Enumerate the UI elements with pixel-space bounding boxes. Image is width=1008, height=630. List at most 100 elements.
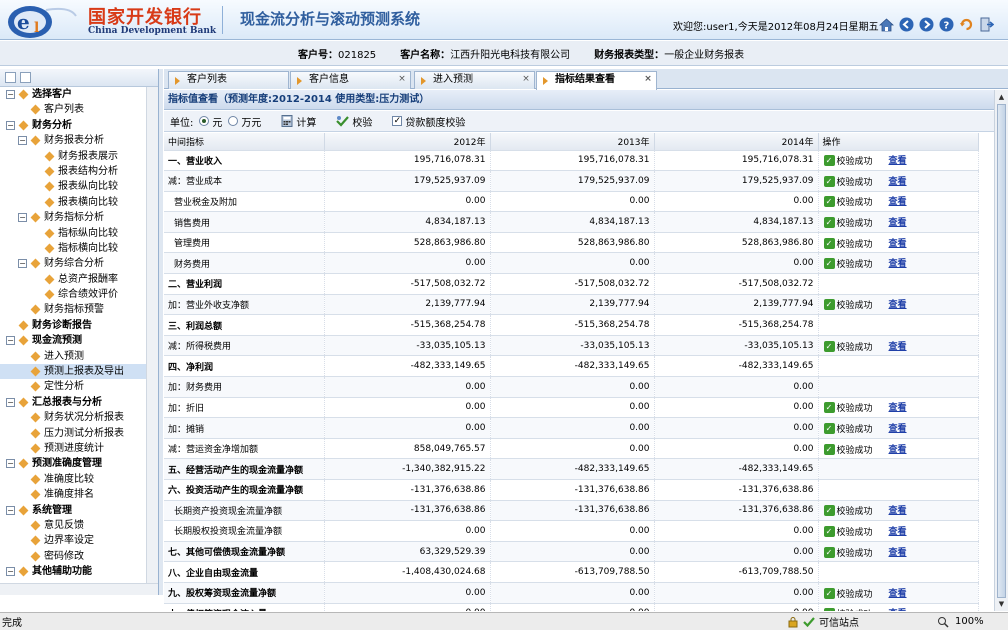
operation-cell: ✓校验成功 查看 xyxy=(818,397,979,419)
sidebar-item[interactable]: 进入预测 xyxy=(0,349,158,364)
view-link[interactable]: 查看 xyxy=(889,445,907,455)
view-link[interactable]: 查看 xyxy=(889,218,907,228)
verify-button[interactable]: 校验 xyxy=(336,114,372,129)
sidebar-item[interactable]: − 汇总报表与分析 xyxy=(0,395,158,410)
forward-icon[interactable] xyxy=(918,16,935,33)
view-link[interactable]: 查看 xyxy=(889,239,907,249)
collapse-toggle-icon[interactable]: − xyxy=(18,213,27,223)
column-header[interactable]: 2013年 xyxy=(490,133,655,151)
column-header[interactable]: 2012年 xyxy=(324,133,491,151)
sidebar-item[interactable]: − 现金流预测 xyxy=(0,333,158,348)
collapse-toggle-icon[interactable]: − xyxy=(6,336,15,346)
sidebar-item[interactable]: 报表横向比较 xyxy=(0,195,158,210)
collapse-toggle-icon[interactable]: − xyxy=(6,459,15,469)
tab-customer-list[interactable]: 客户列表 xyxy=(168,71,289,89)
scroll-thumb[interactable] xyxy=(997,104,1006,598)
sidebar-item[interactable]: 综合绩效评价 xyxy=(0,287,158,302)
view-link[interactable]: 查看 xyxy=(889,548,907,558)
zoom-level[interactable]: 100% xyxy=(955,616,984,627)
nav-tree: − 选择客户 客户列表 − 财务分析 − 财务报表分析 财务报表展示 报表结构分析 报表纵向比较报… xyxy=(0,87,158,577)
verify-status-label: 校验成功 xyxy=(837,607,873,611)
refresh-icon[interactable] xyxy=(958,16,975,33)
sidebar-item-label: 预测上报表及导出 xyxy=(44,366,124,378)
sidebar-item[interactable]: 意见反馈 xyxy=(0,518,158,533)
sidebar-item[interactable]: − 选择客户 xyxy=(0,87,158,102)
sidebar-item[interactable]: − 财务综合分析 xyxy=(0,256,158,271)
sidebar-item-label: 定性分析 xyxy=(44,381,84,393)
sidebar-item[interactable]: 客户列表 xyxy=(0,102,158,117)
sidebar-item[interactable]: 预测进度统计 xyxy=(0,441,158,456)
sidebar-item[interactable]: 财务指标预警 xyxy=(0,302,158,317)
loan-verify-button[interactable]: ✓ 贷款额度校验 xyxy=(392,114,465,129)
sidebar-item[interactable]: 准确度排名 xyxy=(0,487,158,502)
collapse-toggle-icon[interactable]: − xyxy=(18,136,27,146)
close-icon[interactable]: × xyxy=(643,75,653,85)
view-link[interactable]: 查看 xyxy=(889,177,907,187)
value-cell: 0.00 xyxy=(654,520,819,542)
view-link[interactable]: 查看 xyxy=(889,589,907,599)
sidebar-item[interactable]: 指标横向比较 xyxy=(0,241,158,256)
view-link[interactable]: 查看 xyxy=(889,609,907,611)
collapse-toggle-icon[interactable]: − xyxy=(6,397,15,407)
unit-wanyuan-radio[interactable]: 万元 xyxy=(228,114,261,129)
sidebar-item[interactable]: 定性分析 xyxy=(0,379,158,394)
sidebar-item[interactable]: − 财务分析 xyxy=(0,118,158,133)
view-link[interactable]: 查看 xyxy=(889,300,907,310)
column-header[interactable]: 中间指标 xyxy=(164,133,325,151)
logout-icon[interactable] xyxy=(978,16,995,33)
close-icon[interactable]: × xyxy=(521,75,531,85)
view-link[interactable]: 查看 xyxy=(889,403,907,413)
collapse-toggle-icon[interactable]: − xyxy=(6,505,15,515)
sidebar-vertical-scrollbar[interactable] xyxy=(146,87,158,583)
collapse-toggle-icon[interactable]: − xyxy=(6,90,15,99)
sidebar-horizontal-scrollbar[interactable] xyxy=(0,583,158,595)
view-link[interactable]: 查看 xyxy=(889,156,907,166)
collapse-toggle-icon[interactable]: − xyxy=(6,567,15,577)
panel-splitter[interactable] xyxy=(159,69,163,595)
sidebar-item[interactable]: 边界率设定 xyxy=(0,533,158,548)
sidebar-item[interactable]: − 预测准确度管理 xyxy=(0,456,158,471)
sidebar-item[interactable]: − 其他辅助功能 xyxy=(0,564,158,577)
zoom-icon[interactable] xyxy=(937,616,949,628)
collapse-all-icon[interactable] xyxy=(20,72,31,83)
expand-all-icon[interactable] xyxy=(5,72,16,83)
calculate-button[interactable]: 计算 xyxy=(281,114,316,129)
indicator-name: 长期股权投资现金流量净额 xyxy=(164,520,325,542)
sidebar-item[interactable]: 报表结构分析 xyxy=(0,164,158,179)
column-header[interactable]: 操作 xyxy=(818,133,979,151)
tab-customer-info[interactable]: 客户信息 × xyxy=(290,71,411,89)
view-link[interactable]: 查看 xyxy=(889,342,907,352)
tab-indicator-results[interactable]: 指标结果查看 × xyxy=(536,71,657,90)
sidebar-item[interactable]: 财务报表展示 xyxy=(0,149,158,164)
grid-vertical-scrollbar[interactable]: ▲ ▼ xyxy=(994,90,1008,611)
view-link[interactable]: 查看 xyxy=(889,506,907,516)
view-link[interactable]: 查看 xyxy=(889,259,907,269)
scroll-down-icon[interactable]: ▼ xyxy=(997,599,1006,609)
sidebar-item[interactable]: − 财务指标分析 xyxy=(0,210,158,225)
help-icon[interactable]: ? xyxy=(938,16,955,33)
close-icon[interactable]: × xyxy=(397,75,407,85)
unit-yuan-radio[interactable]: 元 xyxy=(199,114,222,129)
sidebar-item[interactable]: − 系统管理 xyxy=(0,503,158,518)
sidebar-item[interactable]: 财务状况分析报表 xyxy=(0,410,158,425)
sidebar-item[interactable]: 财务诊断报告 xyxy=(0,318,158,333)
sidebar-item[interactable]: 准确度比较 xyxy=(0,472,158,487)
view-link[interactable]: 查看 xyxy=(889,197,907,207)
view-link[interactable]: 查看 xyxy=(889,527,907,537)
sidebar-item[interactable]: 报表纵向比较 xyxy=(0,179,158,194)
sidebar-item[interactable]: 预测上报表及导出 xyxy=(0,364,158,380)
scroll-up-icon[interactable]: ▲ xyxy=(997,92,1006,102)
collapse-toggle-icon[interactable]: − xyxy=(18,259,27,269)
column-header[interactable]: 2014年 xyxy=(654,133,819,151)
tab-enter-forecast[interactable]: 进入预测 × xyxy=(414,71,535,89)
view-link[interactable]: 查看 xyxy=(889,424,907,434)
collapse-toggle-icon[interactable]: − xyxy=(6,120,15,130)
sidebar-item[interactable]: 压力测试分析报表 xyxy=(0,426,158,441)
sidebar-item[interactable]: 密码修改 xyxy=(0,549,158,564)
sidebar-item[interactable]: − 财务报表分析 xyxy=(0,133,158,148)
sidebar-item[interactable]: 总资产报酬率 xyxy=(0,272,158,287)
verify-label: 校验 xyxy=(352,117,373,129)
home-icon[interactable] xyxy=(878,16,895,33)
back-icon[interactable] xyxy=(898,16,915,33)
sidebar-item[interactable]: 指标纵向比较 xyxy=(0,226,158,241)
